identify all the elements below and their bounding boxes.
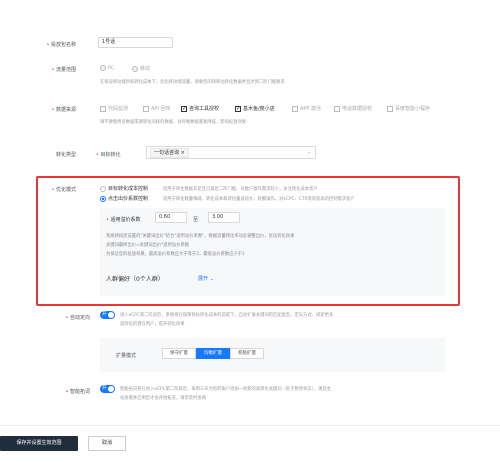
conversion-tag: 一句话咨询 × [150, 148, 189, 158]
save-button[interactable]: 保存并设置生效范围 [0, 436, 78, 451]
data-source-code[interactable]: 代码监测 [100, 105, 128, 112]
traffic-option-mobile[interactable]: 移动 [132, 65, 150, 72]
optimize-option-click-desc: 适用于转化数量稀疏、转化成本和转化量波动大、频繁操作、对eCPC、CTR等有较高… [163, 197, 355, 202]
expand-mode-panel: 扩量模式 保守扩量 均衡扩量 积极扩量 [100, 338, 445, 372]
smart-bid-toggle[interactable]: 开 [100, 385, 115, 393]
data-source-miniapp[interactable]: 百度智能小程序 [387, 105, 430, 112]
campaign-name-label: • 投放包名称 [46, 42, 76, 48]
optimize-option-click[interactable]: 点击出价系数控制 [100, 195, 148, 202]
optimize-mode-label: • 优化模式 [51, 187, 76, 193]
data-source-consult[interactable]: 咨询工具授权 [181, 105, 219, 112]
traffic-scope-hint: 在保证移动端目标转化成本下，优化移动端流量，请要您的转移动转化数据并且达到二阶门… [100, 80, 285, 85]
data-source-hint: 请不要使用多数据来源转化同样的数据，会导致数据重复降低，影响投放效果 [100, 120, 247, 125]
smart-bid-desc-1: 智能拓词将在进入eCPC第二阶段后，每周三天为您的账户添加一批新的高转化关键词（… [120, 387, 332, 392]
coefficient-to: 至 [193, 217, 199, 223]
expand-mode-conservative[interactable]: 保守扩量 [162, 348, 196, 359]
expand-mode-balanced[interactable]: 均衡扩量 [196, 348, 230, 359]
data-source-phone[interactable]: 电话数据授权 [334, 105, 372, 112]
coefficient-min-input[interactable]: 0.60 [155, 212, 187, 223]
expand-mode-label: 扩量模式 [116, 353, 137, 359]
tag-close-icon[interactable]: × [181, 150, 185, 156]
data-source-api[interactable]: API 回传 [143, 105, 171, 112]
coefficient-note-3: 为保证您的投放效果，最高溢价系数应大于等于2，最低溢价系数应小于1 [106, 252, 245, 257]
expand-mode-aggressive[interactable]: 积极扩量 [230, 348, 264, 359]
campaign-name-input[interactable]: 1号话 [98, 37, 173, 48]
coefficient-max-input[interactable]: 3.00 [208, 212, 240, 223]
conversion-target-label: • 目标转化 [96, 152, 121, 158]
traffic-scope-label: • 流量范围 [51, 67, 76, 73]
auto-expand-label: • 自动定向 [65, 315, 90, 321]
optimize-option-cost-desc: 适用于转化数据充足且已满足二阶门槛、对数户操作需求较少，关注转化成本客户 [163, 187, 318, 192]
audience-preference-label: 人群偏好（0个人群） [106, 276, 164, 283]
coefficient-note-2: 关键词最终出价=关键词出价*适用溢价系数 [106, 243, 190, 248]
data-source-app[interactable]: APP 激活 [292, 105, 321, 112]
coefficient-label: • 适用溢价系数 [106, 217, 141, 223]
audience-expand-link[interactable]: 展开 ⌄ [198, 275, 214, 282]
coefficient-note-1: 系统将按您设置的"关键词出价"结合"适用溢价系数"，根据流量转化率动态调整出价，… [106, 234, 295, 239]
conversion-type-label: 转化类型 [55, 152, 76, 158]
smart-bid-label: • 智能拓词 [65, 389, 90, 395]
auto-expand-toggle[interactable]: 开 [100, 311, 115, 319]
traffic-option-pc[interactable]: PC [100, 65, 115, 72]
auto-expand-desc-1: 进入eCPC第二阶段后，系统将在保障目标转化成本的前提下，自动扩展关键词的匹配类… [120, 313, 334, 318]
data-source-jimuyu[interactable]: 基木鱼/度小店 [235, 105, 275, 112]
smart-bid-desc-2: 动查看并启用后才会开始拓流，请您及时查阅 [120, 396, 206, 401]
optimize-option-cost[interactable]: 目标转化成本控制 [100, 185, 148, 192]
coefficient-panel: • 适用溢价系数 0.60 至 3.00 系统将按您设置的"关键词出价"结合"适… [100, 208, 445, 296]
data-source-label: • 数据来源 [51, 107, 76, 113]
chevron-down-icon: ⌄ [209, 276, 214, 282]
auto-expand-desc-2: 高转化的潜在用户，提升转化效果 [120, 322, 185, 327]
cancel-button[interactable]: 取消 [88, 436, 126, 451]
conversion-select[interactable]: 一句话咨询 × ⌄ [146, 146, 316, 159]
chevron-down-icon: ⌄ [306, 149, 311, 155]
